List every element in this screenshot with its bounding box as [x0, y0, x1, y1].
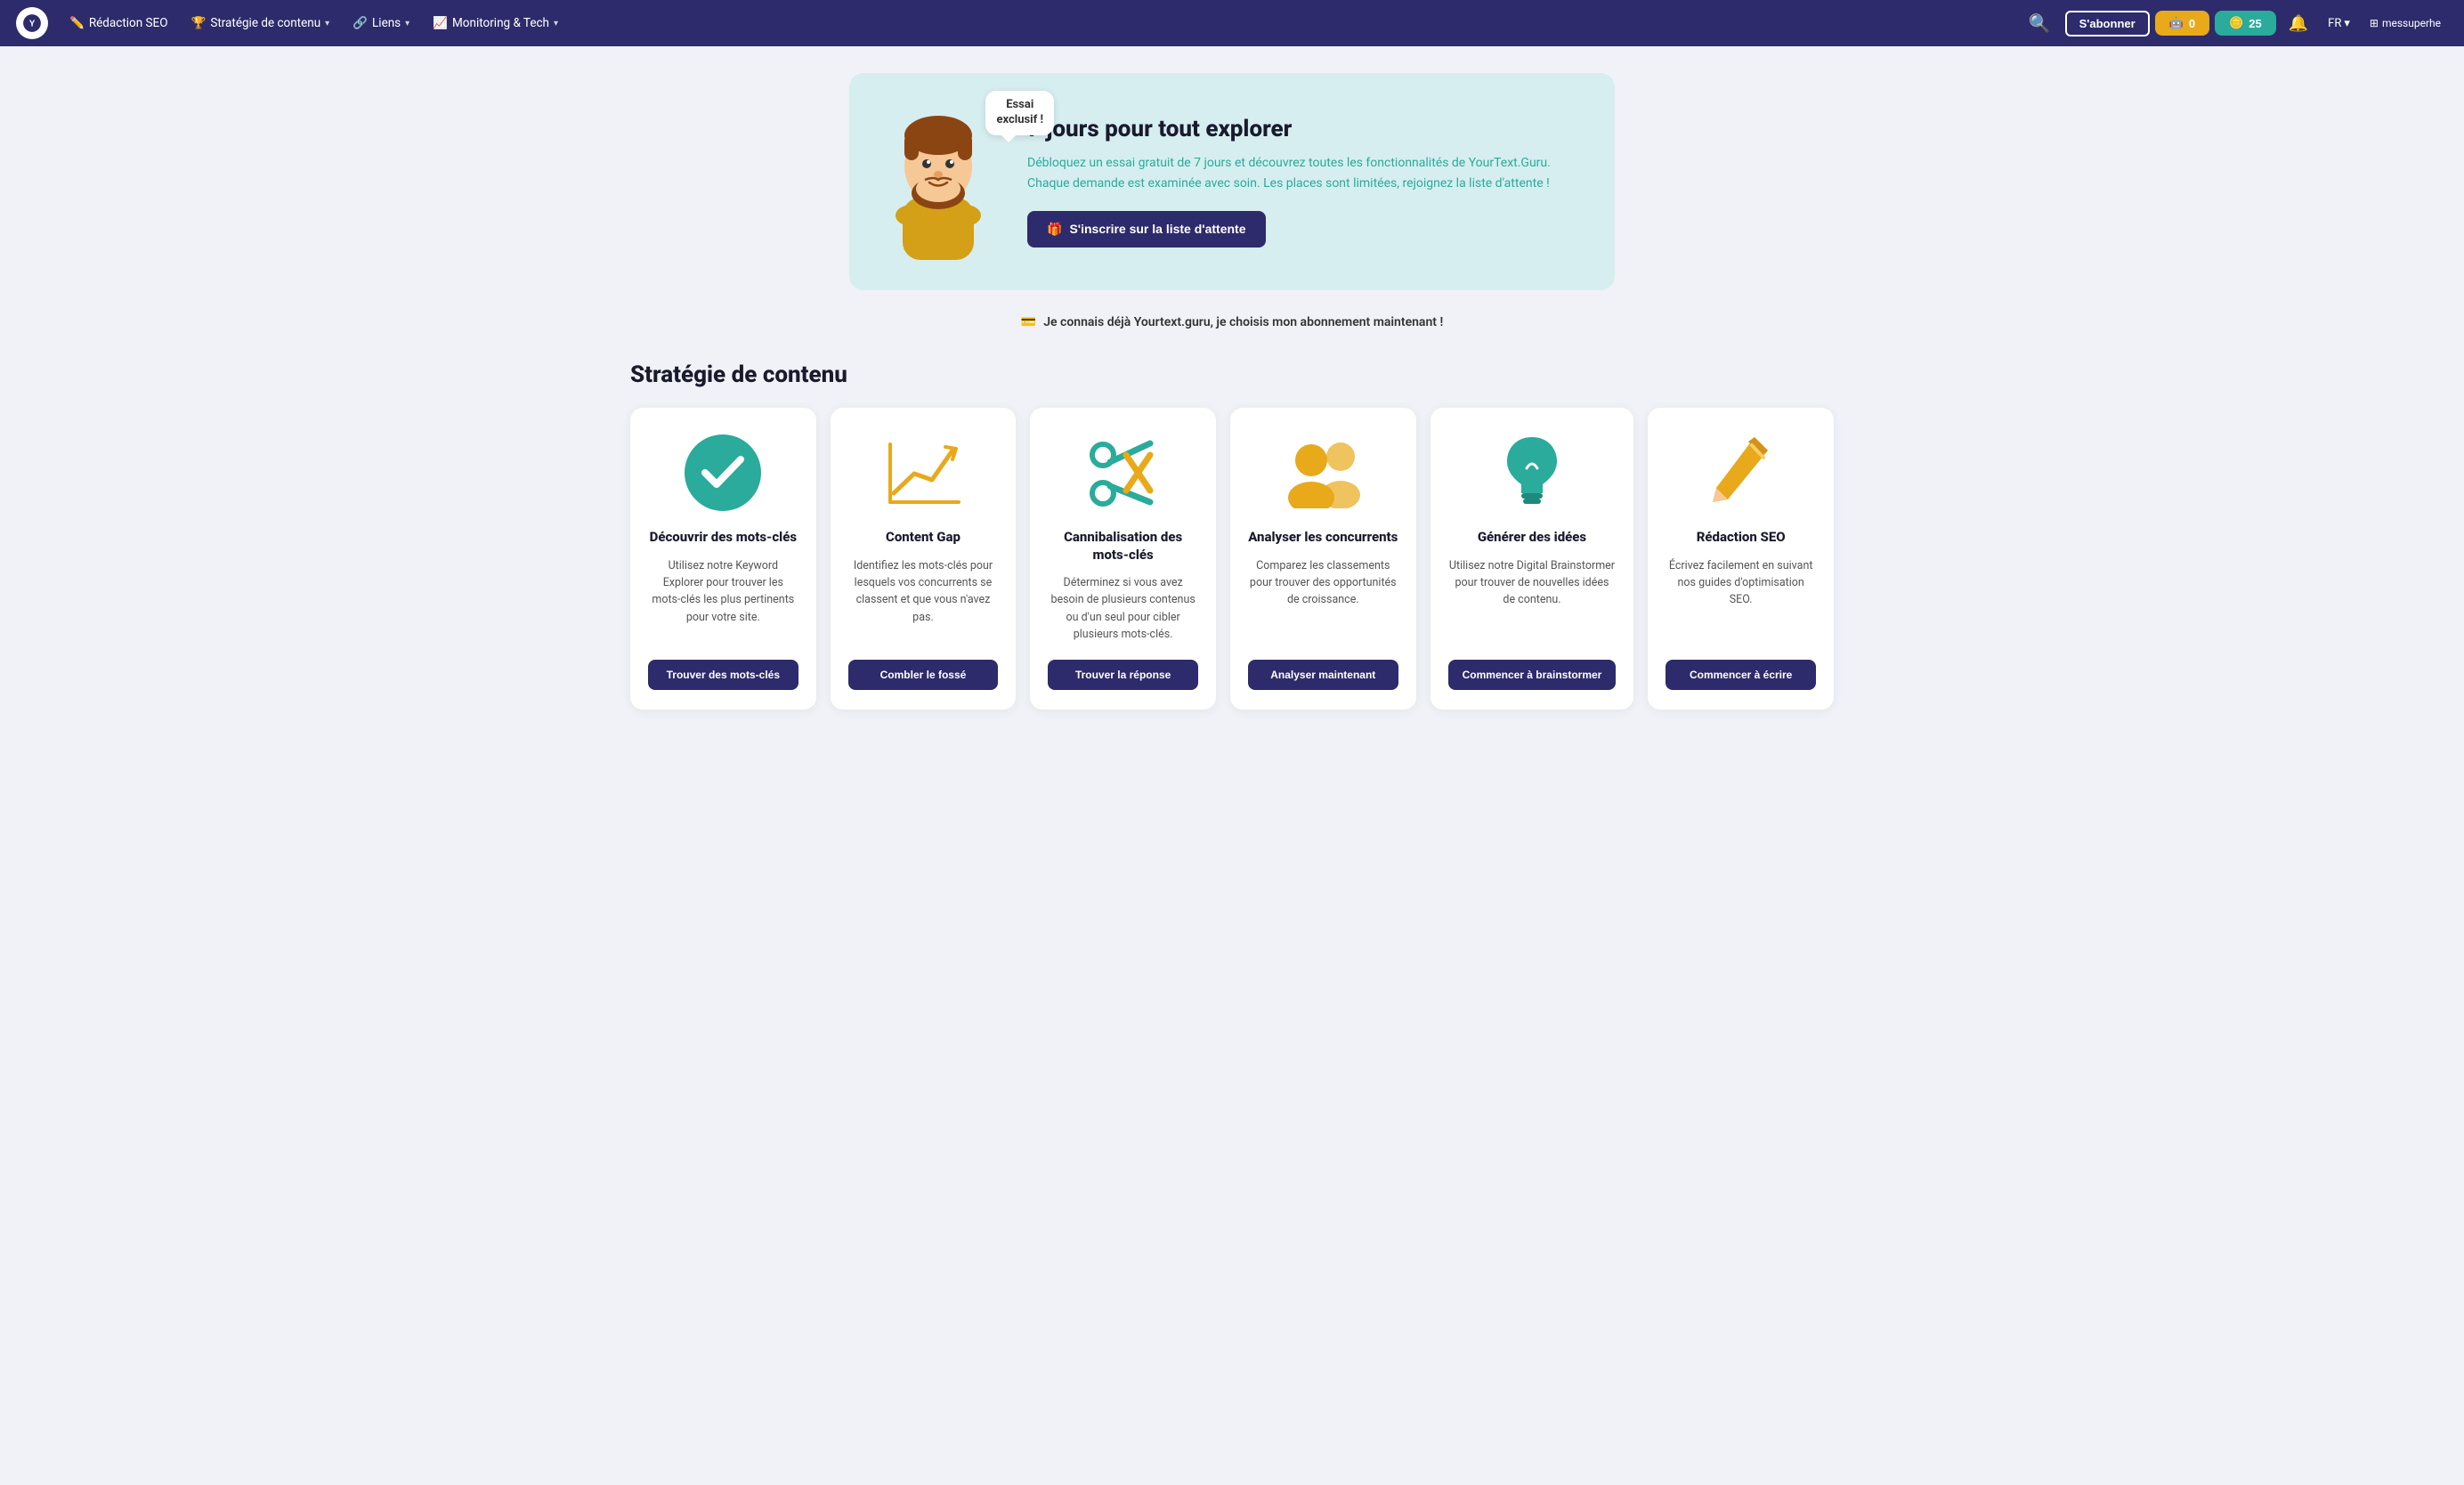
- card-icon-content-gap: [883, 433, 963, 513]
- chevron-down-icon: ▾: [325, 19, 329, 28]
- grid-icon: ⊞: [2370, 17, 2379, 29]
- search-icon[interactable]: 🔍: [2020, 7, 2060, 39]
- signup-waitlist-button[interactable]: 🎁 S'inscrire sur la liste d'attente: [1027, 211, 1266, 248]
- link-icon: 🔗: [353, 16, 368, 30]
- logo[interactable]: Y: [16, 7, 48, 39]
- main-content: Essai exclusif ! 7 jours pour tout explo…: [609, 46, 1855, 736]
- card-desc-content-gap: Identifiez les mots-clés pour lesquels v…: [848, 557, 999, 644]
- card-btn-redaction[interactable]: Commencer à écrire: [1666, 660, 1816, 690]
- card-desc-cannibalisation: Déterminez si vous avez besoin de plusie…: [1048, 574, 1198, 644]
- card-btn-content-gap[interactable]: Combler le fossé: [848, 660, 999, 690]
- card-icon: 💳: [1021, 315, 1036, 329]
- card-btn-concurrents[interactable]: Analyser maintenant: [1248, 660, 1398, 690]
- subscription-link[interactable]: 💳 Je connais déjà Yourtext.guru, je choi…: [630, 315, 1834, 329]
- gold-credits-button[interactable]: 🤖 0: [2155, 11, 2209, 36]
- card-btn-cannibalisation[interactable]: Trouver la réponse: [1048, 660, 1198, 690]
- card-desc-idees: Utilisez notre Digital Brainstormer pour…: [1448, 557, 1617, 644]
- card-title-keywords: Découvrir des mots-clés: [650, 529, 797, 547]
- section-title: Stratégie de contenu: [630, 361, 1834, 388]
- card-icon-idees: [1492, 433, 1572, 513]
- strategy-icon: 🏆: [191, 16, 207, 30]
- card-icon-redaction: [1701, 433, 1781, 513]
- promo-card: Essai exclusif ! 7 jours pour tout explo…: [849, 73, 1615, 290]
- card-desc-redaction: Écrivez facilement en suivant nos guides…: [1666, 557, 1816, 644]
- promo-title: 7 jours pour tout explorer: [1027, 116, 1579, 142]
- nav-redaction-seo[interactable]: ✏️ Rédaction SEO: [61, 11, 177, 36]
- robot-icon: 🤖: [2169, 16, 2184, 30]
- card-title-content-gap: Content Gap: [886, 529, 960, 547]
- card-title-cannibalisation: Cannibalisation des mots-clés: [1048, 529, 1198, 564]
- card-idees: Générer des idées Utilisez notre Digital…: [1431, 408, 1634, 710]
- card-keywords: Découvrir des mots-clés Utilisez notre K…: [630, 408, 816, 710]
- card-title-idees: Générer des idées: [1478, 529, 1586, 547]
- speech-bubble: Essai exclusif !: [985, 91, 1054, 135]
- mascot-illustration: [885, 100, 992, 260]
- chevron-down-icon: ▾: [554, 19, 558, 28]
- card-title-redaction: Rédaction SEO: [1697, 529, 1786, 547]
- card-icon-cannibalisation: [1083, 433, 1163, 513]
- nav-monitoring[interactable]: 📈 Monitoring & Tech ▾: [424, 11, 567, 36]
- card-cannibalisation: Cannibalisation des mots-clés Déterminez…: [1030, 408, 1216, 710]
- card-icon-keywords: [683, 433, 763, 513]
- language-selector[interactable]: FR ▾: [2321, 12, 2357, 36]
- card-desc-keywords: Utilisez notre Keyword Explorer pour tro…: [648, 557, 798, 644]
- coins-icon: 🪙: [2229, 16, 2243, 30]
- pencil-icon: ✏️: [69, 16, 85, 30]
- card-desc-concurrents: Comparez les classements pour trouver de…: [1248, 557, 1398, 644]
- main-nav: Y ✏️ Rédaction SEO 🏆 Stratégie de conten…: [0, 0, 2464, 46]
- chevron-down-icon: ▾: [2344, 17, 2350, 30]
- gift-icon: 🎁: [1047, 222, 1062, 237]
- card-btn-keywords[interactable]: Trouver des mots-clés: [648, 660, 798, 690]
- subscribe-button[interactable]: S'abonner: [2065, 11, 2150, 37]
- bell-icon[interactable]: 🔔: [2282, 9, 2315, 38]
- monitoring-icon: 📈: [433, 16, 448, 30]
- mascot-container: Essai exclusif !: [885, 100, 1001, 264]
- user-menu[interactable]: ⊞ messuperhe: [2363, 12, 2448, 35]
- svg-text:Y: Y: [29, 19, 36, 28]
- card-title-concurrents: Analyser les concurrents: [1248, 529, 1398, 547]
- card-content-gap: Content Gap Identifiez les mots-clés pou…: [831, 408, 1017, 710]
- nav-strategie[interactable]: 🏆 Stratégie de contenu ▾: [182, 11, 339, 36]
- cards-grid: Découvrir des mots-clés Utilisez notre K…: [630, 408, 1834, 710]
- card-btn-idees[interactable]: Commencer à brainstormer: [1448, 660, 1617, 690]
- card-redaction: Rédaction SEO Écrivez facilement en suiv…: [1648, 408, 1834, 710]
- chevron-down-icon: ▾: [405, 19, 409, 28]
- promo-description: Débloquez un essai gratuit de 7 jours et…: [1027, 153, 1579, 193]
- promo-content: 7 jours pour tout explorer Débloquez un …: [1027, 116, 1579, 248]
- card-icon-concurrents: [1283, 433, 1363, 513]
- teal-credits-button[interactable]: 🪙 25: [2215, 11, 2276, 36]
- card-concurrents: Analyser les concurrents Comparez les cl…: [1230, 408, 1416, 710]
- nav-liens[interactable]: 🔗 Liens ▾: [344, 11, 418, 36]
